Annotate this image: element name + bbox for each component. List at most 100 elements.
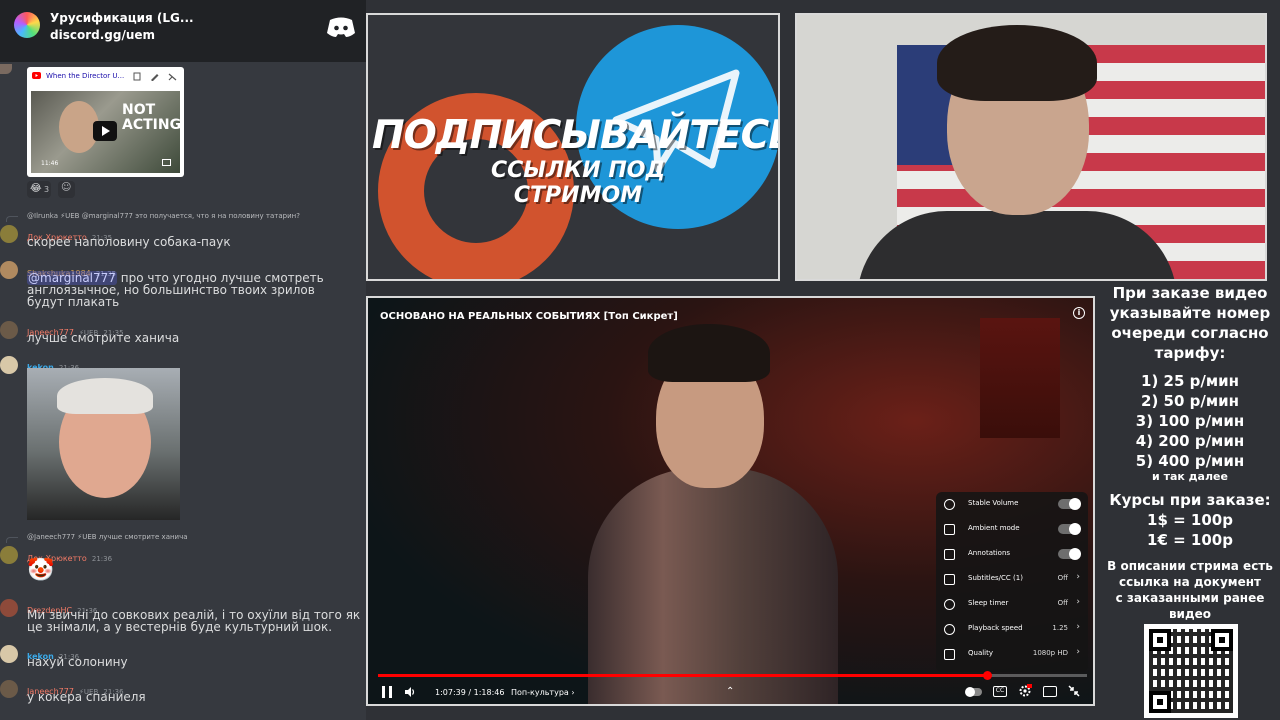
add-reaction-icon: ☺ bbox=[61, 182, 72, 193]
video-background-sign bbox=[980, 318, 1060, 438]
reaction-pill[interactable]: 😂 3 bbox=[27, 181, 51, 198]
setting-label: Subtitles/CC (1) bbox=[968, 574, 1023, 582]
avatar[interactable] bbox=[0, 321, 18, 339]
add-reaction-button[interactable]: ☺ bbox=[58, 181, 75, 198]
video-duration: 11:46 bbox=[41, 160, 59, 167]
message-text: скорее наполовину собака-паук bbox=[27, 235, 231, 249]
info-icon[interactable]: i bbox=[1073, 307, 1085, 319]
playback-speed-icon bbox=[944, 624, 955, 635]
youtube-embed[interactable]: When the Director U... NOT ACTING 11:46 bbox=[27, 67, 184, 177]
tariff-line: 4) 200 р/мин bbox=[1135, 432, 1245, 450]
setting-subtitles[interactable]: Subtitles/CC (1) Off › bbox=[936, 567, 1088, 592]
embed-title[interactable]: When the Director U... bbox=[46, 72, 124, 80]
video-presenter-body bbox=[588, 468, 838, 704]
progress-bar[interactable] bbox=[378, 671, 1087, 680]
chapter-label: Поп-культура bbox=[511, 688, 569, 697]
rate-line: 1$ = 100р bbox=[1147, 511, 1233, 529]
qr-finder bbox=[1211, 629, 1233, 651]
chat-message: Janeech777 ⚡UEB 21:35 лучше смотрите хан… bbox=[0, 318, 366, 348]
streamer-body bbox=[857, 211, 1177, 279]
attached-image[interactable] bbox=[27, 368, 180, 520]
info-line: с заказанными ранее bbox=[1115, 591, 1265, 605]
chevron-up-icon[interactable]: ⌃ bbox=[726, 686, 734, 697]
discord-chat-panel: Урусификация (LG... discord.gg/uem When … bbox=[0, 0, 366, 720]
reply-connector bbox=[6, 537, 18, 543]
tariff-line: 3) 100 р/мин bbox=[1135, 412, 1245, 430]
webcam-feed bbox=[795, 13, 1267, 281]
server-name: Урусификация (LG... bbox=[50, 11, 194, 25]
setting-label: Annotations bbox=[968, 549, 1011, 557]
volume-icon[interactable] bbox=[404, 686, 416, 698]
toggle-switch[interactable] bbox=[1058, 498, 1081, 510]
server-icon bbox=[14, 12, 40, 38]
autoplay-toggle[interactable] bbox=[965, 687, 982, 697]
promo-heading: ПОДПИСЫВАЙТЕСЬ bbox=[372, 113, 780, 158]
avatar[interactable] bbox=[0, 680, 18, 698]
message-text: Ми звичні до совкових реалій, і то охуїл… bbox=[27, 608, 361, 634]
avatar[interactable] bbox=[0, 599, 18, 617]
chat-message: Janeech777 ⚡UEB 21:36 у кокера спаниеля bbox=[0, 678, 366, 708]
rates-heading: Курсы при заказе: bbox=[1109, 491, 1271, 509]
info-line: В описании стрима есть bbox=[1107, 559, 1273, 573]
qr-code[interactable] bbox=[1144, 624, 1238, 718]
settings-gear-icon[interactable] bbox=[1018, 684, 1032, 698]
chapter-button[interactable]: Поп-культура › bbox=[511, 688, 575, 697]
cast-icon[interactable] bbox=[1043, 686, 1057, 697]
clown-emoji-icon: 🤡 bbox=[27, 558, 55, 583]
embed-thumbnail[interactable]: NOT ACTING 11:46 bbox=[31, 91, 180, 173]
play-icon[interactable] bbox=[93, 121, 117, 141]
pause-button[interactable] bbox=[382, 686, 392, 698]
toggle-switch[interactable] bbox=[1058, 548, 1081, 560]
setting-label: Stable Volume bbox=[968, 499, 1019, 507]
info-line: очереди согласно bbox=[1111, 324, 1269, 342]
avatar[interactable] bbox=[0, 546, 18, 564]
server-invite-link[interactable]: discord.gg/uem bbox=[50, 28, 155, 42]
setting-stable-volume[interactable]: Stable Volume bbox=[936, 492, 1088, 517]
quality-icon bbox=[944, 649, 955, 660]
promo-subheading: ССЫЛКИ ПОД СТРИМОМ bbox=[490, 158, 666, 208]
chat-message: @Janeech777 ⚡UEB лучше смотрите ханича Д… bbox=[0, 532, 366, 590]
exit-fullscreen-icon[interactable] bbox=[1068, 685, 1080, 697]
image-hair bbox=[57, 378, 153, 414]
reply-preview[interactable]: @Ilrunka ⚡UEB @marginal777 это получаетс… bbox=[27, 212, 300, 220]
qr-finder bbox=[1149, 691, 1171, 713]
info-line: тарифу: bbox=[1154, 344, 1226, 362]
chevron-right-icon: › bbox=[1076, 572, 1080, 582]
timestamp: 21:36 bbox=[91, 555, 113, 563]
setting-playback-speed[interactable]: Playback speed 1.25 › bbox=[936, 617, 1088, 642]
video-title[interactable]: ОСНОВАНО НА РЕАЛЬНЫХ СОБЫТИЯХ [Топ Сикре… bbox=[380, 311, 678, 322]
settings-menu: Stable Volume Ambient mode Annotations S… bbox=[936, 492, 1088, 672]
video-player[interactable]: ОСНОВАНО НА РЕАЛЬНЫХ СОБЫТИЯХ [Топ Сикре… bbox=[366, 296, 1095, 706]
setting-ambient-mode[interactable]: Ambient mode bbox=[936, 517, 1088, 542]
chat-message: @Ilrunka ⚡UEB @marginal777 это получаетс… bbox=[0, 211, 366, 253]
tariff-line: 5) 400 р/мин bbox=[1135, 452, 1245, 470]
qr-finder bbox=[1149, 629, 1171, 651]
avatar[interactable] bbox=[0, 225, 18, 243]
avatar[interactable] bbox=[0, 261, 18, 279]
info-line: ссылка на документ bbox=[1119, 575, 1261, 589]
setting-annotations[interactable]: Annotations bbox=[936, 542, 1088, 567]
setting-quality[interactable]: Quality 1080p HD › bbox=[936, 642, 1088, 667]
cc-label: CC bbox=[995, 687, 1005, 694]
embed-actions-icons bbox=[133, 72, 177, 81]
setting-sleep-timer[interactable]: Sleep timer Off › bbox=[936, 592, 1088, 617]
player-controls: 1:07:39 / 1:18:46 Поп-культура › ⌃ CC bbox=[368, 680, 1093, 704]
sleep-timer-icon bbox=[944, 599, 955, 610]
tariff-line: 1) 25 р/мин bbox=[1141, 372, 1239, 390]
server-header[interactable]: Урусификация (LG... discord.gg/uem bbox=[0, 0, 366, 62]
avatar[interactable] bbox=[0, 645, 18, 663]
avatar[interactable] bbox=[0, 356, 18, 374]
order-info-panel: При заказе видео указывайте номер очеред… bbox=[1100, 282, 1280, 720]
reaction-count: 3 bbox=[44, 185, 50, 194]
miniplayer-icon[interactable] bbox=[162, 159, 171, 166]
tariff-line: 2) 50 р/мин bbox=[1141, 392, 1239, 410]
subtitles-button[interactable]: CC bbox=[993, 686, 1007, 697]
streamer-hair bbox=[937, 25, 1097, 101]
avatar bbox=[0, 64, 12, 74]
progress-scrubber[interactable] bbox=[982, 671, 992, 680]
toggle-switch[interactable] bbox=[1058, 523, 1081, 535]
setting-label: Playback speed bbox=[968, 624, 1023, 632]
chevron-right-icon: › bbox=[1076, 597, 1080, 607]
reply-preview[interactable]: @Janeech777 ⚡UEB лучше смотрите ханича bbox=[27, 533, 188, 541]
setting-value: Off bbox=[1057, 574, 1068, 582]
